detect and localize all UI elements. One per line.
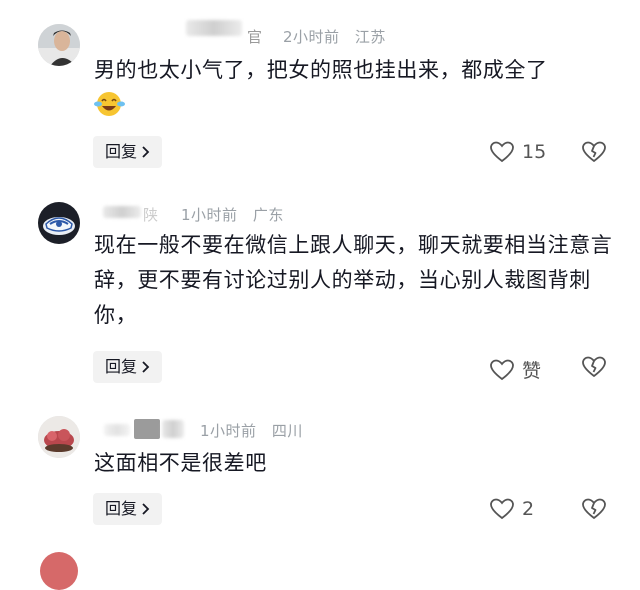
avatar[interactable] bbox=[38, 24, 80, 66]
comment-text: 这面相不是很差吧 bbox=[94, 451, 267, 475]
like-button[interactable]: 15 bbox=[490, 141, 546, 163]
reply-label: 回复 bbox=[105, 357, 138, 376]
username-redacted[interactable] bbox=[104, 424, 130, 436]
comment-time: 1小时前 bbox=[181, 206, 238, 224]
reply-label: 回复 bbox=[105, 499, 138, 518]
chevron-right-icon bbox=[142, 146, 150, 158]
broken-heart-icon bbox=[582, 356, 606, 377]
username-redacted[interactable] bbox=[103, 206, 141, 218]
comment-meta: 2小时前 江苏 bbox=[283, 26, 396, 47]
dislike-button[interactable] bbox=[582, 356, 606, 378]
comment-time: 1小时前 bbox=[200, 422, 257, 440]
heart-outline-icon bbox=[490, 498, 514, 520]
avatar[interactable] bbox=[38, 202, 80, 244]
broken-heart-icon bbox=[582, 141, 606, 162]
chevron-right-icon bbox=[142, 361, 150, 373]
reply-button[interactable]: 回复 bbox=[93, 493, 163, 525]
comment-location: 广东 bbox=[252, 206, 284, 224]
chevron-right-icon bbox=[142, 503, 150, 515]
reply-label: 回复 bbox=[105, 142, 138, 161]
dislike-button[interactable] bbox=[582, 498, 606, 520]
like-count: 15 bbox=[522, 141, 547, 163]
laughing-crying-face-icon bbox=[94, 90, 126, 118]
dislike-button[interactable] bbox=[582, 141, 606, 163]
comment-time: 2小时前 bbox=[283, 28, 340, 46]
username-redacted[interactable] bbox=[162, 420, 184, 438]
reply-button[interactable]: 回复 bbox=[93, 351, 163, 383]
username-redacted[interactable] bbox=[186, 20, 242, 36]
like-count: 2 bbox=[522, 498, 535, 520]
comment-meta: 1小时前 四川 bbox=[200, 420, 313, 441]
like-button[interactable]: 赞 bbox=[490, 356, 541, 383]
comment-meta: 1小时前 广东 bbox=[181, 204, 294, 225]
reply-button[interactable]: 回复 bbox=[93, 136, 163, 168]
username-tail[interactable]: 陕 bbox=[143, 204, 158, 225]
like-button[interactable]: 2 bbox=[490, 498, 534, 520]
like-count: 赞 bbox=[522, 360, 542, 382]
avatar[interactable] bbox=[38, 416, 80, 458]
comment-location: 四川 bbox=[271, 422, 303, 440]
username-tail[interactable]: 官 bbox=[247, 26, 262, 47]
heart-outline-icon bbox=[490, 359, 514, 380]
comment-location: 江苏 bbox=[354, 28, 386, 46]
comment-text: 现在一般不要在微信上跟人聊天，聊天就要相当注意言辞，更不要有讨论过别人的举动，当… bbox=[94, 233, 613, 327]
username-redacted-block[interactable] bbox=[134, 419, 160, 439]
heart-outline-icon bbox=[490, 141, 514, 163]
avatar[interactable] bbox=[40, 552, 78, 590]
broken-heart-icon bbox=[582, 498, 606, 519]
comment-text: 男的也太小气了，把女的照也挂出来，都成全了 bbox=[94, 58, 548, 82]
